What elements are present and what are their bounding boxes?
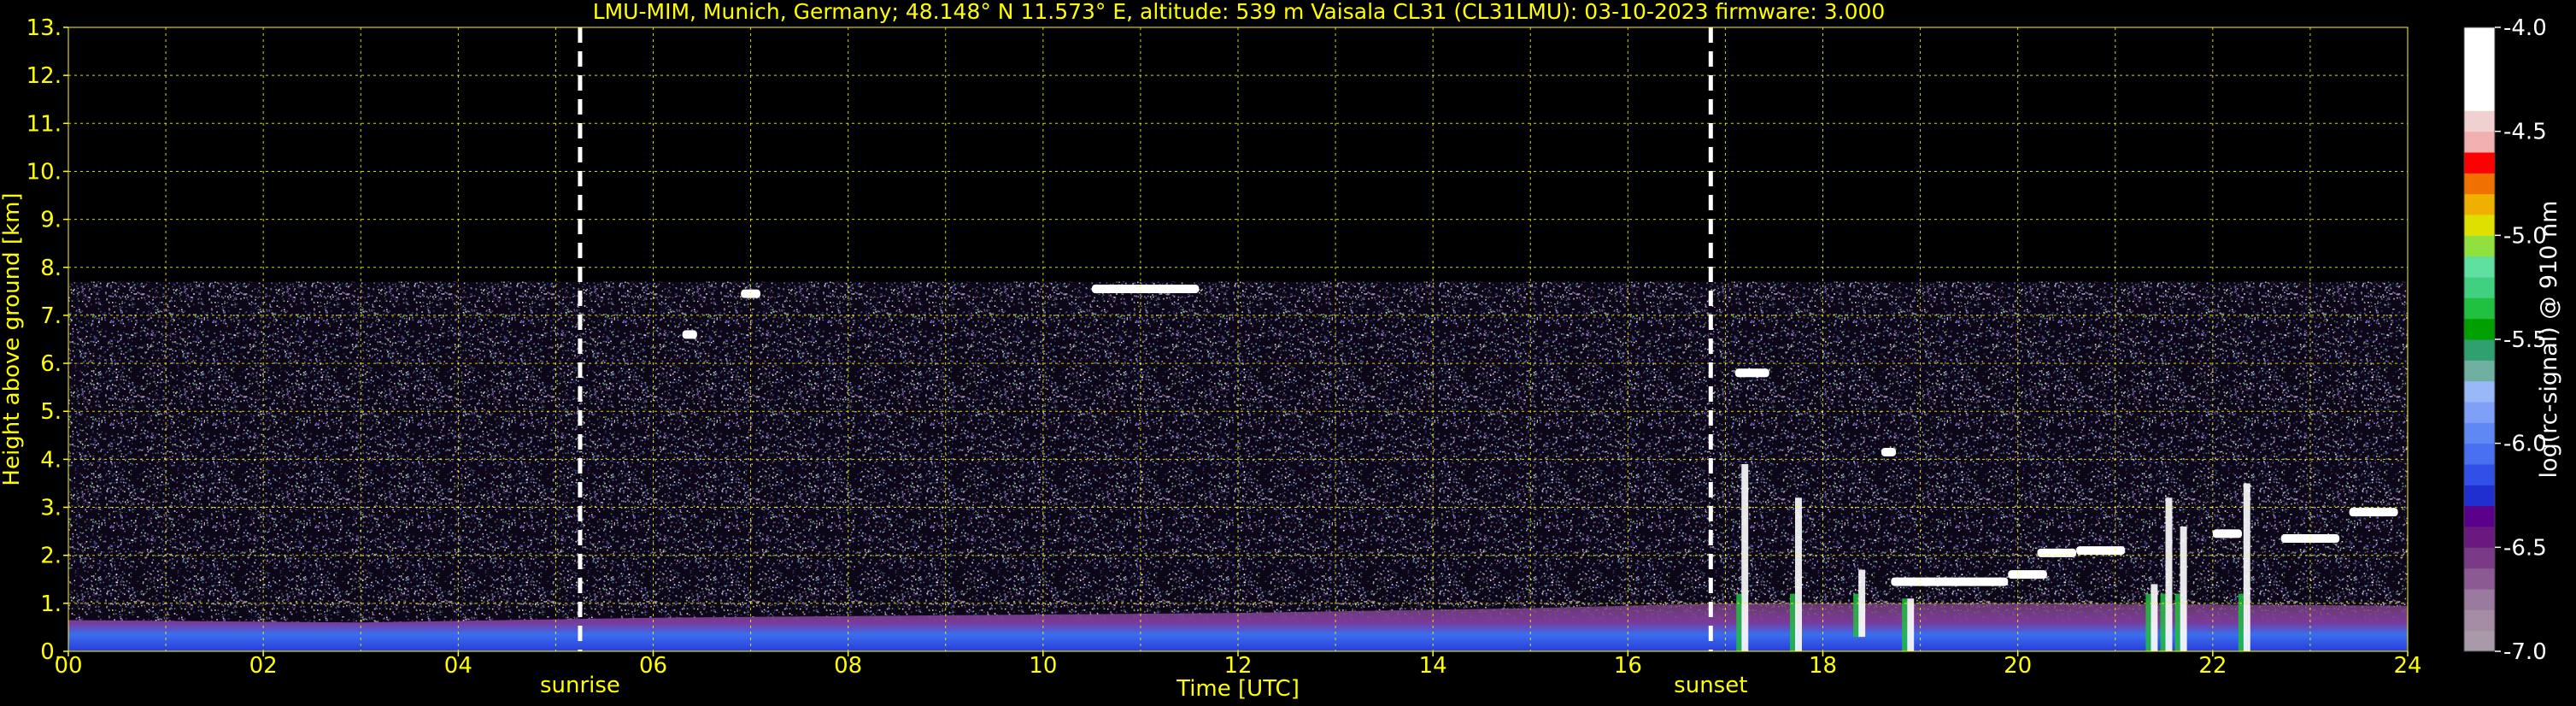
colorbar-swatch — [2464, 443, 2495, 465]
colorbar-swatch — [2464, 173, 2495, 195]
colorbar-swatch — [2464, 547, 2495, 569]
colorbar-tick-label: -4.5 — [2503, 120, 2547, 145]
cloud-segment — [1734, 368, 1769, 378]
y-tick-label: 7. — [40, 303, 62, 329]
colorbar-swatch — [2464, 297, 2495, 320]
x-tick-label: 06 — [639, 653, 667, 679]
y-tick-label: 9. — [40, 208, 62, 233]
y-axis-ticks: 0. 1. 2. 3. 4. 5. 6. 7. 8. 9. 10. 11. 12. 13. — [26, 15, 68, 665]
colorbar-swatch — [2464, 277, 2495, 298]
ceilometer-chart: LMU-MIM, Munich, Germany; 48.148° N 11.5… — [0, 0, 2562, 702]
colorbar-swatch — [2464, 527, 2495, 548]
cloud-segment — [2037, 548, 2077, 557]
chart-title: LMU-MIM, Munich, Germany; 48.148° N 11.5… — [593, 0, 1886, 24]
x-tick-label: 24 — [2393, 653, 2421, 679]
precipitation-column-edge — [2174, 593, 2180, 651]
precipitation-column — [1794, 497, 1802, 651]
x-tick-label: 02 — [249, 653, 278, 679]
precipitation-column — [1741, 464, 1749, 651]
plot-area — [67, 26, 2409, 652]
precipitation-column — [1907, 598, 1915, 651]
cloud-segment — [682, 330, 697, 339]
y-tick-label: 8. — [40, 256, 62, 281]
x-tick-label: 18 — [1809, 653, 1837, 679]
colorbar-tick-label: -6.5 — [2503, 535, 2547, 561]
y-tick-label: 1. — [40, 591, 62, 617]
cloud-segment — [1891, 577, 2009, 586]
x-tick-label: 04 — [444, 653, 472, 679]
colorbar-tick-label: -4.0 — [2503, 15, 2547, 41]
y-tick-label: 10. — [26, 159, 62, 185]
colorbar-swatch — [2464, 152, 2495, 174]
x-tick-label: 16 — [1614, 653, 1642, 679]
colorbar-swatch — [2464, 609, 2495, 632]
x-tick-label: 14 — [1419, 653, 1447, 679]
precipitation-column-edge — [1789, 593, 1795, 651]
y-tick-label: 2. — [40, 544, 62, 569]
cloud-segment — [2076, 546, 2126, 556]
y-tick-label: 0. — [40, 639, 62, 665]
colorbar-swatch — [2464, 131, 2495, 153]
precipitation-column — [2165, 497, 2173, 651]
x-axis-ticks: 00 02 04 06 08 10 12 14 16 18 20 22 24 — [54, 651, 2422, 679]
colorbar-swatch — [2464, 422, 2495, 444]
cloud-segment — [2349, 508, 2398, 517]
precipitation-column — [2180, 527, 2187, 651]
colorbar-swatch — [2464, 48, 2495, 70]
y-tick-label: 11. — [26, 111, 62, 137]
cloud-segment — [1881, 447, 1897, 456]
colorbar-swatch — [2464, 68, 2495, 91]
y-tick-label: 3. — [40, 496, 62, 521]
cloud-segment — [2212, 529, 2243, 538]
colorbar-swatch — [2464, 256, 2495, 278]
cloud-segment — [2008, 570, 2047, 580]
y-tick-label: 4. — [40, 447, 62, 473]
colorbar-swatch — [2464, 380, 2495, 403]
colorbar-swatch — [2464, 464, 2495, 485]
colorbar-swatch — [2464, 360, 2495, 382]
colorbar-swatch — [2464, 485, 2495, 507]
precipitation-column — [2151, 584, 2158, 651]
colorbar-swatch — [2464, 505, 2495, 527]
colorbar-swatch — [2464, 110, 2495, 132]
y-tick-label: 6. — [40, 351, 62, 377]
y-tick-label: 13. — [26, 15, 62, 41]
y-tick-label: 5. — [40, 399, 62, 425]
colorbar-swatch — [2464, 215, 2495, 236]
colorbar-swatch — [2464, 193, 2495, 215]
precipitation-column-edge — [1853, 593, 1859, 638]
y-tick-label: 12. — [26, 63, 62, 89]
sunrise-label: sunrise — [540, 673, 620, 698]
colorbar-swatch — [2464, 235, 2495, 257]
x-tick-label: 10 — [1029, 653, 1057, 679]
precipitation-column-edge — [2160, 593, 2166, 651]
sunset-label: sunset — [1674, 673, 1747, 698]
x-tick-label: 22 — [2198, 653, 2227, 679]
colorbar — [2463, 26, 2496, 652]
colorbar-swatch — [2464, 589, 2495, 610]
precipitation-column-edge — [1902, 598, 1908, 651]
colorbar-swatch — [2464, 318, 2495, 340]
colorbar-swatch — [2464, 402, 2495, 423]
x-axis-label: Time [UTC] — [1176, 676, 1300, 702]
precipitation-column-edge — [1736, 593, 1742, 651]
x-tick-label: 20 — [2004, 653, 2032, 679]
colorbar-swatch — [2464, 90, 2495, 111]
x-tick-label: 12 — [1223, 653, 1252, 679]
x-tick-label: 08 — [834, 653, 862, 679]
precipitation-column-edge — [2145, 593, 2151, 651]
colorbar-label: log(rc-signal) @ 910 nm — [2536, 201, 2562, 479]
colorbar-swatch — [2464, 568, 2495, 590]
precipitation-column-edge — [2238, 593, 2244, 651]
cloud-segment — [1091, 285, 1200, 294]
cloud-segment — [2280, 534, 2340, 544]
colorbar-tick-label: -7.0 — [2503, 639, 2547, 665]
precipitation-column — [2243, 483, 2250, 651]
colorbar-swatch — [2464, 27, 2495, 49]
colorbar-swatch — [2464, 339, 2495, 361]
y-axis-label: Height above ground [km] — [0, 192, 25, 485]
colorbar-swatch — [2464, 630, 2495, 652]
